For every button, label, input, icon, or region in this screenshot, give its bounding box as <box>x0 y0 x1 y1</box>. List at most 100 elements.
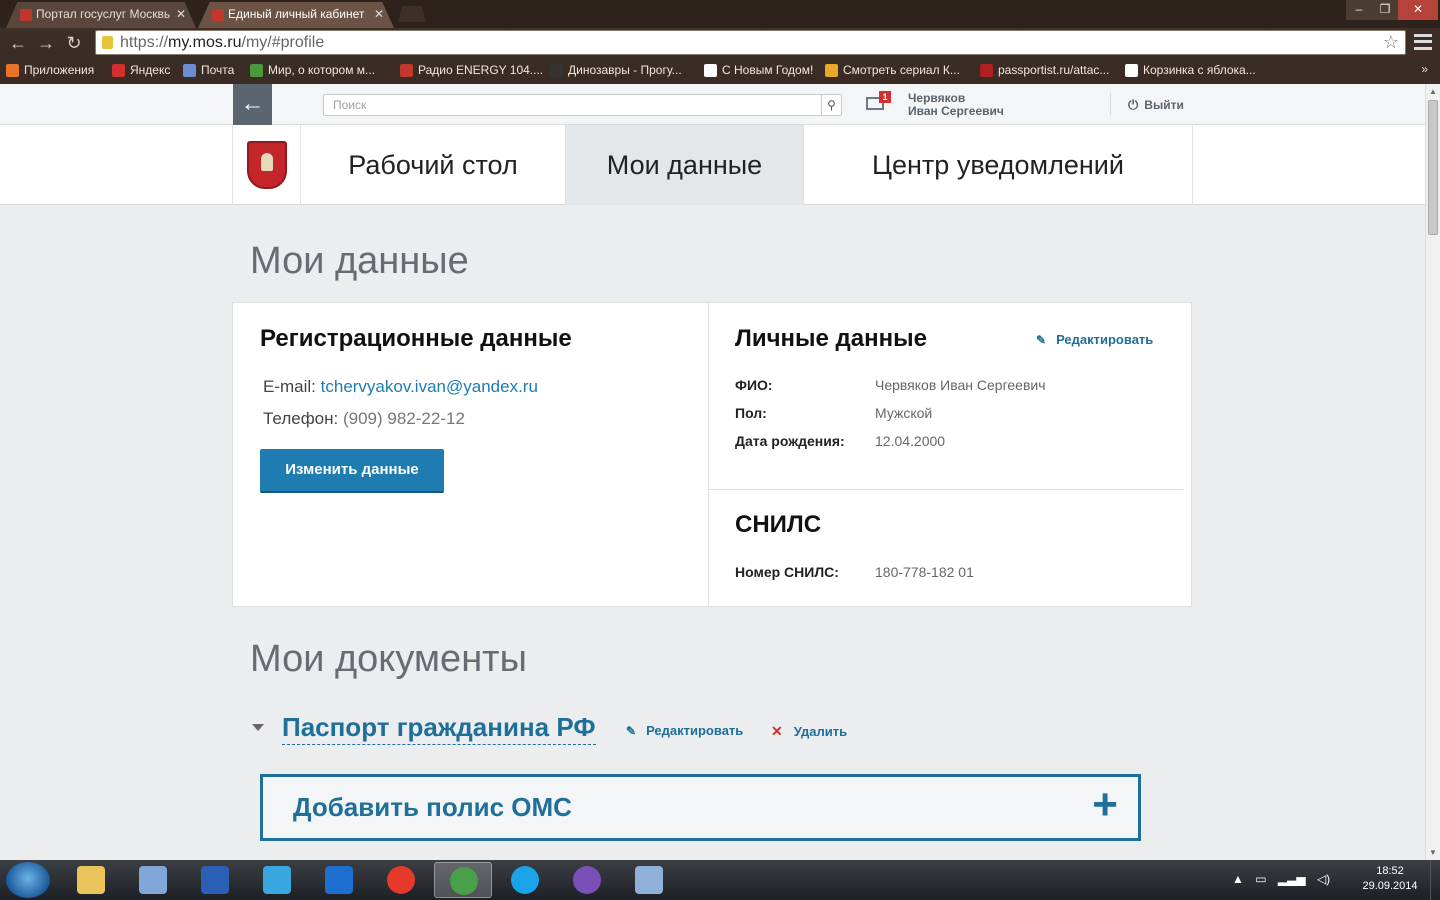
change-data-button[interactable]: Изменить данные <box>260 449 444 493</box>
taskbar-app[interactable] <box>310 862 368 898</box>
start-button[interactable] <box>6 862 50 898</box>
delete-passport-button[interactable]: ✕ Удалить <box>771 723 847 740</box>
chrome-icon <box>450 867 478 895</box>
address-bar[interactable]: https://my.mos.ru/my/#profile ☆ <box>95 30 1406 55</box>
scroll-down-icon[interactable]: ▼ <box>1429 848 1437 857</box>
bookmarks-bar: Приложения Яндекс Почта Мир, о котором м...… <box>0 59 1440 83</box>
maximize-button[interactable]: ❐ <box>1372 0 1398 20</box>
bookmark-star-icon[interactable]: ☆ <box>1383 31 1399 54</box>
logout-button[interactable]: ⏻ Выйти <box>1128 97 1184 113</box>
divider <box>708 303 709 606</box>
search-input[interactable]: Поиск ⚲ <box>323 94 842 116</box>
search-icon[interactable]: ⚲ <box>821 95 841 115</box>
scroll-up-icon[interactable]: ▲ <box>1429 87 1437 96</box>
email-label: E-mail: <box>263 377 316 396</box>
collapse-triangle-icon[interactable] <box>252 724 264 731</box>
tab-my-data[interactable]: Мои данные <box>566 125 804 205</box>
reload-icon[interactable]: ↻ <box>62 31 86 55</box>
shield-icon <box>247 141 287 189</box>
clock[interactable]: 18:52 29.09.2014 <box>1355 864 1425 894</box>
tab-desktop[interactable]: Рабочий стол <box>301 125 566 205</box>
personal-title: Личные данные <box>735 325 927 352</box>
user-firstname: Иван Сергеевич <box>908 104 1004 118</box>
tab-notifications[interactable]: Центр уведомлений <box>804 125 1193 205</box>
documents-title: Мои документы <box>250 638 527 680</box>
back-arrow-icon[interactable]: ← <box>6 31 30 55</box>
bookmark-label: Корзинка с яблока... <box>1143 63 1256 77</box>
close-window-button[interactable]: ✕ <box>1398 0 1438 20</box>
bookmark-label: Мир, о котором м... <box>268 63 376 77</box>
bookmark-item[interactable]: Мир, о котором м... <box>250 62 375 78</box>
volume-icon[interactable]: ◁) <box>1317 872 1330 886</box>
new-tab-button[interactable] <box>398 6 426 22</box>
menu-icon[interactable] <box>1414 34 1432 50</box>
bookmark-label: Яндекс <box>130 63 171 77</box>
divider <box>709 489 1183 490</box>
add-oms-button[interactable]: Добавить полис ОМС + <box>260 774 1141 841</box>
browser-tab-gosuslugi[interactable]: Портал госуслуг Москвь ✕ <box>6 2 196 28</box>
clock-date: 29.09.2014 <box>1362 880 1418 892</box>
url-path: /my/#profile <box>241 34 325 51</box>
bookmark-item[interactable]: Радио ENERGY 104.... <box>400 62 543 78</box>
bookmark-label: Радио ENERGY 104.... <box>418 63 544 77</box>
taskbar-app[interactable] <box>186 862 244 898</box>
bookmark-item[interactable]: С Новым Годом! <box>704 62 813 78</box>
taskbar-app[interactable] <box>248 862 306 898</box>
snils-title: СНИЛС <box>735 511 822 538</box>
tab-favicon-icon <box>20 9 32 21</box>
tab-close-icon[interactable]: ✕ <box>176 2 186 26</box>
scroll-thumb[interactable] <box>1428 100 1438 235</box>
tab-close-icon[interactable]: ✕ <box>374 2 384 26</box>
plus-icon: + <box>1092 780 1118 829</box>
back-arrow-icon[interactable]: ← <box>233 84 272 125</box>
yandex-browser-icon <box>387 866 415 894</box>
moscow-coat-of-arms-logo[interactable] <box>232 125 301 205</box>
show-desktop-button[interactable] <box>1430 860 1440 900</box>
more-bookmarks-icon[interactable]: » <box>1421 62 1428 76</box>
bookmark-item[interactable]: Яндекс <box>112 62 170 78</box>
taskbar-app[interactable] <box>620 862 678 898</box>
bookmark-favicon-icon <box>550 64 563 77</box>
bookmark-item[interactable]: passportist.ru/attac... <box>980 62 1109 78</box>
search-placeholder: Поиск <box>333 98 367 112</box>
bookmark-item[interactable]: Приложения <box>6 62 94 78</box>
edit-passport-button[interactable]: ✎ Редактировать <box>626 723 743 738</box>
forward-arrow-icon[interactable]: → <box>34 31 58 55</box>
phone-value: (909) 982-22-12 <box>342 409 465 428</box>
bookmark-item[interactable]: Почта <box>183 62 234 78</box>
bookmark-item[interactable]: Корзинка с яблока... <box>1125 62 1256 78</box>
taskbar-app[interactable] <box>372 862 430 898</box>
bookmark-item[interactable]: Смотреть сериал К... <box>825 62 960 78</box>
email-link[interactable]: tchervyakov.ivan@yandex.ru <box>321 377 538 396</box>
birthdate-value: 12.04.2000 <box>875 433 946 449</box>
taskbar-app[interactable] <box>558 862 616 898</box>
taskbar-app[interactable] <box>496 862 554 898</box>
bookmark-favicon-icon <box>400 64 413 77</box>
taskbar-app[interactable] <box>124 862 182 898</box>
site-topbar: ← Поиск ⚲ 1 Червяков Иван Сергеевич ⏻ Вый… <box>0 84 1425 125</box>
show-hidden-icons[interactable]: ▲ <box>1232 872 1244 886</box>
taskbar-app[interactable] <box>434 862 492 898</box>
edit-personal-button[interactable]: ✎ Редактировать <box>1036 332 1153 347</box>
mail-icon[interactable]: 1 <box>866 91 891 110</box>
data-card: Регистрационные данные E-mail: tchervyak… <box>232 302 1192 607</box>
bookmark-favicon-icon <box>250 64 263 77</box>
taskbar-app[interactable] <box>62 862 120 898</box>
word-icon <box>201 866 229 894</box>
snils-value: 180-778-182 01 <box>875 564 974 580</box>
passport-link[interactable]: Паспорт гражданина РФ <box>282 710 596 745</box>
scrollbar[interactable]: ▲ ▼ <box>1425 84 1440 860</box>
bookmark-label: Динозавры - Прогу... <box>568 63 682 77</box>
network-icon[interactable]: ▂▃▅ <box>1278 872 1306 886</box>
system-tray: ▲ ▭ ▂▃▅ ◁) <box>1232 872 1330 886</box>
url-host: my.mos.ru <box>168 34 242 51</box>
user-name[interactable]: Червяков Иван Сергеевич <box>908 92 1004 118</box>
bookmark-favicon-icon <box>1125 64 1138 77</box>
browser-tab-cabinet[interactable]: Единый личный кабинет ✕ <box>198 2 394 28</box>
teamviewer-icon <box>325 866 353 894</box>
language-flag-icon[interactable]: ▭ <box>1255 872 1266 886</box>
minimize-button[interactable]: ‒ <box>1346 0 1372 20</box>
bookmark-item[interactable]: Динозавры - Прогу... <box>550 62 682 78</box>
tab-label: Единый личный кабинет <box>228 7 365 21</box>
bookmark-label: Приложения <box>24 63 95 77</box>
